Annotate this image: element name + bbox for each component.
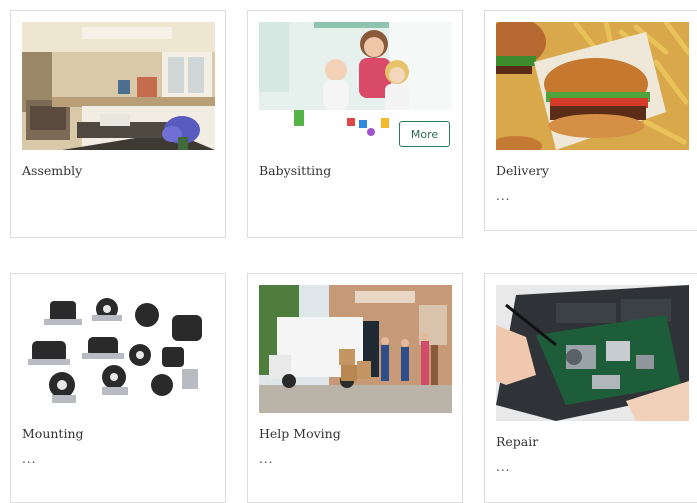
service-description: ... (259, 452, 274, 466)
service-title[interactable]: Repair (496, 434, 538, 449)
service-card-babysitting[interactable]: More Babysitting (247, 10, 463, 238)
service-title[interactable]: Assembly (22, 163, 82, 178)
more-button[interactable]: More (399, 121, 450, 147)
service-description: ... (496, 460, 511, 474)
service-card-delivery[interactable]: Delivery ... (484, 10, 697, 231)
engine-mounts-image[interactable] (22, 285, 215, 413)
moving-truck-image[interactable] (259, 285, 452, 413)
service-card-mounting[interactable]: Mounting ... (10, 273, 226, 503)
service-card-repair[interactable]: Repair ... (484, 273, 697, 503)
service-title[interactable]: Mounting (22, 426, 84, 441)
service-title[interactable]: Delivery (496, 163, 549, 178)
service-card-assembly[interactable]: Assembly (10, 10, 226, 238)
kitchen-image[interactable] (22, 22, 215, 150)
service-title[interactable]: Babysitting (259, 163, 331, 178)
laptop-repair-image[interactable] (496, 285, 689, 421)
service-description: ... (496, 189, 511, 203)
service-description: ... (22, 452, 37, 466)
burger-fries-image[interactable] (496, 22, 689, 150)
service-card-help-moving[interactable]: Help Moving ... (247, 273, 463, 503)
service-title[interactable]: Help Moving (259, 426, 341, 441)
